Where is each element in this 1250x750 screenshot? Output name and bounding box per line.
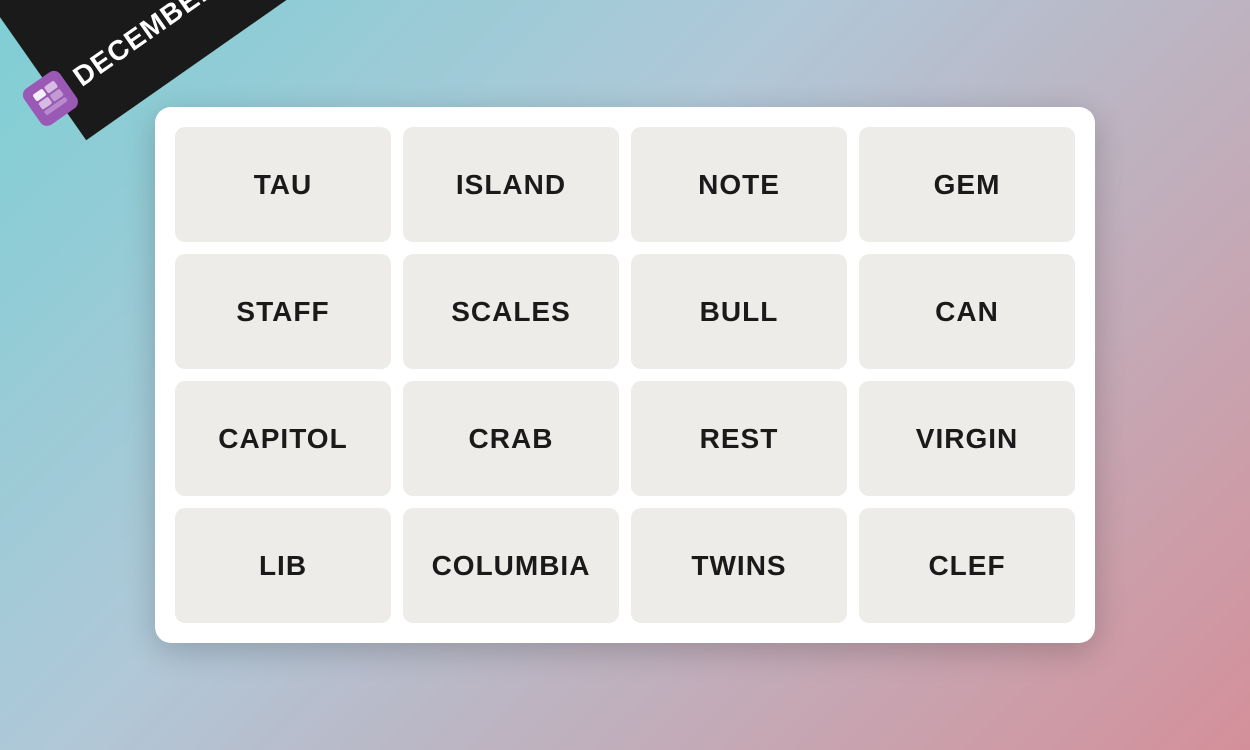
tile-scales[interactable]: SCALES: [403, 254, 619, 369]
tile-can[interactable]: CAN: [859, 254, 1075, 369]
word-grid: TAU ISLAND NOTE GEM STAFF SCALES BULL CAN CAPITO…: [175, 127, 1075, 623]
tile-bull[interactable]: BULL: [631, 254, 847, 369]
tile-label-bull: BULL: [700, 296, 779, 328]
tile-label-gem: GEM: [934, 169, 1001, 201]
tile-label-virgin: VIRGIN: [916, 423, 1018, 455]
tile-label-crab: CRAB: [469, 423, 554, 455]
tile-label-island: ISLAND: [456, 169, 566, 201]
tile-island[interactable]: ISLAND: [403, 127, 619, 242]
tile-label-staff: STAFF: [236, 296, 329, 328]
tile-columbia[interactable]: COLUMBIA: [403, 508, 619, 623]
tile-virgin[interactable]: VIRGIN: [859, 381, 1075, 496]
tile-label-rest: REST: [700, 423, 779, 455]
tile-twins[interactable]: TWINS: [631, 508, 847, 623]
corner-banner: DECEMBER 6: [0, 0, 320, 160]
tile-clef[interactable]: CLEF: [859, 508, 1075, 623]
tile-label-clef: CLEF: [928, 550, 1005, 582]
tile-lib[interactable]: LIB: [175, 508, 391, 623]
tile-label-can: CAN: [935, 296, 999, 328]
tile-label-columbia: COLUMBIA: [432, 550, 591, 582]
tile-label-scales: SCALES: [451, 296, 571, 328]
tile-gem[interactable]: GEM: [859, 127, 1075, 242]
tile-label-lib: LIB: [259, 550, 307, 582]
tile-rest[interactable]: REST: [631, 381, 847, 496]
tile-label-capitol: CAPITOL: [218, 423, 347, 455]
tile-note[interactable]: NOTE: [631, 127, 847, 242]
tile-label-twins: TWINS: [691, 550, 786, 582]
game-board: TAU ISLAND NOTE GEM STAFF SCALES BULL CAN CAPITO…: [155, 107, 1095, 643]
tile-label-tau: TAU: [254, 169, 312, 201]
tile-crab[interactable]: CRAB: [403, 381, 619, 496]
tile-staff[interactable]: STAFF: [175, 254, 391, 369]
tile-label-note: NOTE: [698, 169, 780, 201]
tile-capitol[interactable]: CAPITOL: [175, 381, 391, 496]
